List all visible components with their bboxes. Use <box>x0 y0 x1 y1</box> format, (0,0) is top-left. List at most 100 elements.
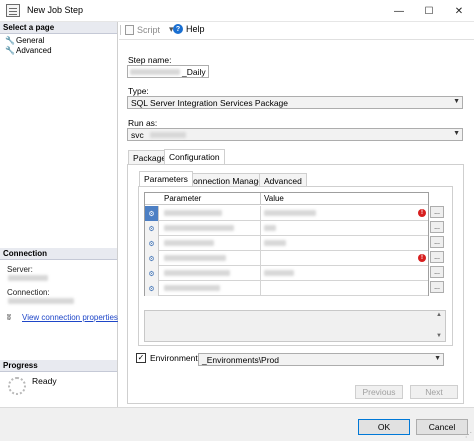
page-item-label: General <box>16 36 45 45</box>
step-name-value: _Daily <box>182 67 206 77</box>
help-label: Help <box>186 24 205 34</box>
ok-button[interactable]: OK <box>358 419 410 435</box>
cancel-button[interactable]: Cancel <box>416 419 468 435</box>
script-icon <box>125 24 134 35</box>
table-row[interactable]: ⚙! <box>145 206 428 221</box>
ellipsis-button[interactable]: ... <box>430 221 444 233</box>
previous-button[interactable]: Previous <box>355 385 403 399</box>
column-divider <box>260 281 261 296</box>
parameter-icon: ⚙ <box>145 206 159 221</box>
column-divider <box>260 206 261 221</box>
error-icon: ! <box>418 209 426 217</box>
page-item-advanced[interactable]: 🔧 Advanced <box>5 45 52 56</box>
ellipsis-button[interactable]: ... <box>430 206 444 218</box>
table-row[interactable]: ⚙! <box>145 251 428 266</box>
tab-configuration[interactable]: Configuration <box>164 149 225 164</box>
parameter-value-redacted <box>264 270 294 276</box>
script-label: Script <box>137 24 161 35</box>
parameter-value-redacted <box>264 225 276 231</box>
run-as-redacted <box>150 132 186 138</box>
column-divider <box>260 193 261 205</box>
connection-header: Connection <box>0 248 117 260</box>
step-name-redacted <box>130 69 180 75</box>
connection-value-redacted <box>8 298 74 304</box>
toolbar-divider <box>119 39 474 40</box>
parameter-description-box <box>144 310 446 342</box>
wrench-icon: 🔧 <box>5 46 15 55</box>
step-name-label: Step name: <box>128 55 172 65</box>
tab-parameters[interactable]: Parameters <box>139 171 193 186</box>
column-header-value: Value <box>264 194 284 203</box>
parameter-icon: ⚙ <box>145 266 159 281</box>
script-button[interactable]: Script ▾ <box>125 24 174 35</box>
column-header-parameter: Parameter <box>164 194 202 203</box>
window-icon <box>6 4 20 17</box>
chevron-down-icon: ▼ <box>453 98 460 105</box>
environment-checkbox[interactable]: ✓ <box>136 353 146 363</box>
run-as-label: Run as: <box>128 118 158 128</box>
view-connection-properties-link[interactable]: View connection properties <box>22 313 118 322</box>
chevron-down-icon: ▼ <box>434 355 441 362</box>
close-button[interactable]: ✕ <box>444 0 474 22</box>
column-divider <box>260 251 261 266</box>
parameter-icon: ⚙ <box>145 221 159 236</box>
toolbar-grip <box>120 25 121 35</box>
column-divider <box>260 266 261 281</box>
table-row[interactable]: ⚙ <box>145 281 428 296</box>
table-row[interactable]: ⚙ <box>145 236 428 251</box>
parameter-name-redacted <box>164 270 230 276</box>
environment-label: Environment: <box>150 353 201 363</box>
window-title: New Job Step <box>27 5 84 15</box>
next-button[interactable]: Next <box>410 385 458 399</box>
parameter-name-redacted <box>164 285 220 291</box>
parameters-grid[interactable]: Parameter Value ⚙! ⚙ ⚙ ⚙! ⚙ ⚙ <box>144 192 429 296</box>
progress-spinner-icon <box>8 377 26 395</box>
server-label: Server: <box>7 265 33 274</box>
ellipsis-button[interactable]: ... <box>430 251 444 263</box>
chevron-down-icon: ▼ <box>453 130 460 137</box>
left-panel <box>0 22 118 407</box>
parameter-icon: ⚙ <box>145 236 159 251</box>
ellipsis-button[interactable]: ... <box>430 236 444 248</box>
select-page-header: Select a page <box>0 22 117 34</box>
help-button[interactable]: ? Help <box>173 24 205 34</box>
parameter-name-redacted <box>164 255 226 261</box>
progress-status: Ready <box>32 376 57 386</box>
type-value: SQL Server Integration Services Package <box>131 98 289 108</box>
help-icon: ? <box>173 24 183 34</box>
error-icon: ! <box>418 254 426 262</box>
parameter-value-redacted <box>264 240 286 246</box>
environment-select[interactable]: _Environments\Prod ▼ <box>198 353 444 366</box>
server-value-redacted <box>8 275 48 281</box>
table-row[interactable]: ⚙ <box>145 221 428 236</box>
parameter-icon: ⚙ <box>145 281 159 296</box>
minimize-button[interactable]: — <box>384 0 414 22</box>
wrench-icon: 🔧 <box>5 36 15 45</box>
step-name-field[interactable]: _Daily <box>127 65 209 78</box>
tab-advanced[interactable]: Advanced <box>259 173 307 187</box>
grid-header: Parameter Value <box>145 193 428 205</box>
scroll-up-icon[interactable]: ▲ <box>436 312 442 318</box>
column-divider <box>260 221 261 236</box>
parameter-name-redacted <box>164 240 214 246</box>
table-row[interactable]: ⚙ <box>145 266 428 281</box>
parameter-value-redacted <box>264 210 316 216</box>
scroll-down-icon[interactable]: ▼ <box>436 333 442 339</box>
parameter-icon: ⚙ <box>145 251 159 266</box>
ellipsis-button[interactable]: ... <box>430 281 444 293</box>
environment-value: _Environments\Prod <box>202 355 280 365</box>
connection-properties-icon: ʬ <box>7 313 11 322</box>
page-item-label: Advanced <box>16 46 52 55</box>
parameter-name-redacted <box>164 225 234 231</box>
ellipsis-button[interactable]: ... <box>430 266 444 278</box>
resize-grip-icon[interactable]: ⋰ <box>465 431 472 439</box>
run-as-select[interactable]: svc ▼ <box>127 128 463 141</box>
column-divider <box>260 236 261 251</box>
parameter-name-redacted <box>164 210 222 216</box>
connection-label: Connection: <box>7 288 50 297</box>
maximize-button[interactable]: ☐ <box>414 0 444 22</box>
run-as-value: svc <box>131 130 144 140</box>
type-select[interactable]: SQL Server Integration Services Package … <box>127 96 463 109</box>
progress-header: Progress <box>0 360 117 372</box>
type-label: Type: <box>128 86 149 96</box>
